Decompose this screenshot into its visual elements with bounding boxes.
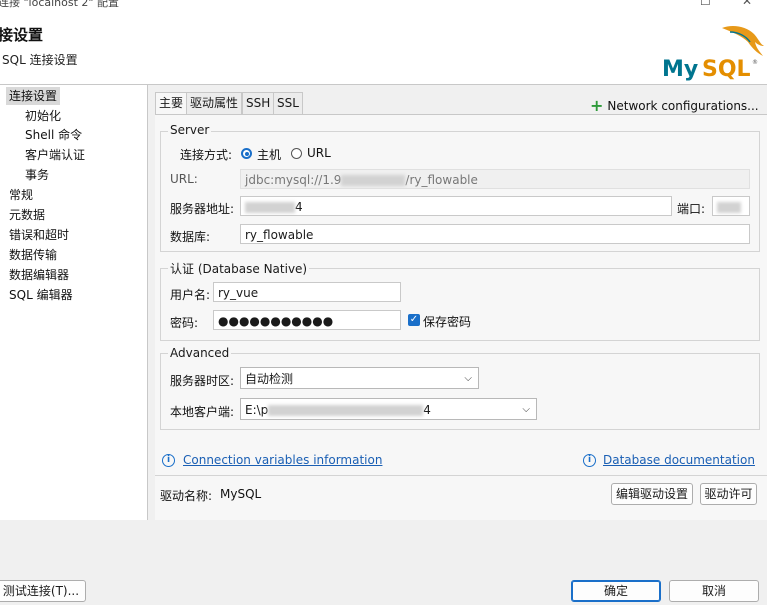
- driver-name-value: MySQL: [220, 487, 262, 501]
- nav-item-init[interactable]: 初始化: [22, 107, 64, 125]
- divider: [155, 475, 767, 476]
- connect-mode-label: 连接方式:: [180, 148, 233, 162]
- dialog-header: 接设置 SQL 连接设置 My SQL ®: [0, 10, 767, 85]
- page-subtitle: SQL 连接设置: [2, 53, 78, 67]
- driver-name-label: 驱动名称:: [160, 489, 213, 503]
- title-bar: 连接 "localhost 2" 配置 ☐ ✕: [0, 0, 767, 10]
- host-radio[interactable]: [241, 148, 252, 159]
- svg-text:SQL: SQL: [702, 57, 751, 82]
- nav-item-data-transfer[interactable]: 数据传输: [6, 246, 60, 264]
- nav-item-errors-timeouts[interactable]: 错误和超时: [6, 226, 72, 244]
- plus-icon: +: [590, 96, 604, 115]
- url-radio-label[interactable]: URL: [307, 146, 331, 160]
- nav-item-shell[interactable]: Shell 命令: [22, 126, 85, 144]
- tab-ssl[interactable]: SSL: [273, 92, 303, 114]
- nav-item-data-editor[interactable]: 数据编辑器: [6, 266, 72, 284]
- host-radio-label[interactable]: 主机: [257, 146, 281, 163]
- info-icon: i: [583, 454, 596, 467]
- database-documentation-link[interactable]: Database documentation: [603, 453, 755, 467]
- mysql-logo: My SQL ®: [662, 26, 764, 82]
- maximize-icon[interactable]: ☐: [700, 0, 711, 8]
- auth-group-title: 认证 (Database Native): [168, 260, 310, 277]
- database-label: 数据库:: [170, 230, 211, 244]
- url-field[interactable]: jdbc:mysql://1.9/ry_flowable: [240, 169, 750, 189]
- redacted-url-part: [341, 175, 406, 186]
- driver-license-button[interactable]: 驱动许可: [700, 483, 757, 505]
- tab-ssh[interactable]: SSH: [242, 92, 275, 114]
- username-label: 用户名:: [170, 288, 211, 302]
- auth-group: [160, 268, 760, 341]
- host-field[interactable]: 4: [240, 196, 672, 216]
- host-label: 服务器地址:: [170, 202, 235, 216]
- advanced-group-title: Advanced: [168, 346, 232, 360]
- ok-button[interactable]: 确定: [571, 580, 661, 602]
- timezone-label: 服务器时区:: [170, 374, 235, 388]
- network-configurations-label: Network configurations...: [607, 99, 759, 113]
- nav-item-transactions[interactable]: 事务: [22, 166, 52, 184]
- nav-item-general[interactable]: 常规: [6, 186, 36, 204]
- save-password-label[interactable]: 保存密码: [423, 313, 471, 330]
- edit-driver-settings-button[interactable]: 编辑驱动设置: [611, 483, 693, 505]
- url-suffix: /ry_flowable: [405, 173, 478, 187]
- username-field[interactable]: ry_vue: [213, 282, 401, 302]
- timezone-value: 自动检测: [245, 372, 294, 386]
- url-label: URL:: [170, 172, 198, 186]
- client-suffix: 4: [423, 403, 431, 417]
- port-label: 端口:: [677, 202, 706, 216]
- host-value-tail: 4: [295, 200, 303, 214]
- local-client-label: 本地客户端:: [170, 405, 235, 419]
- cancel-button[interactable]: 取消: [669, 580, 759, 602]
- timezone-select[interactable]: 自动检测 ⌵: [240, 367, 479, 389]
- url-prefix: jdbc:mysql://1.9: [245, 173, 342, 187]
- nav-item-sql-editor[interactable]: SQL 编辑器: [6, 286, 76, 304]
- test-connection-button[interactable]: 测试连接(T)...: [0, 580, 86, 602]
- page-title: 接设置: [0, 26, 44, 44]
- svg-text:®: ®: [752, 59, 758, 66]
- info-icon: i: [162, 454, 175, 467]
- redacted-host: [245, 202, 295, 213]
- network-configurations-button[interactable]: + Network configurations...: [590, 95, 759, 115]
- server-group-title: Server: [168, 123, 212, 137]
- settings-nav: 连接设置 初始化 Shell 命令 客户端认证 事务 常规 元数据 错误和超时 …: [0, 85, 148, 520]
- redacted-client-path: [268, 405, 424, 416]
- tab-driver-properties[interactable]: 驱动属性: [186, 92, 243, 114]
- password-field[interactable]: ●●●●●●●●●●●: [213, 310, 401, 330]
- save-password-checkbox[interactable]: ✓: [408, 314, 420, 326]
- tab-main[interactable]: 主要: [155, 92, 188, 115]
- svg-text:My: My: [662, 57, 698, 82]
- redacted-port: [717, 202, 741, 213]
- chevron-down-icon: ⌵: [464, 373, 472, 384]
- local-client-select[interactable]: E:\p 4 ⌵: [240, 398, 537, 420]
- window-title: 连接 "localhost 2" 配置: [0, 0, 119, 9]
- connection-variables-link[interactable]: Connection variables information: [183, 453, 382, 467]
- close-icon[interactable]: ✕: [742, 0, 752, 8]
- password-label: 密码:: [170, 316, 199, 330]
- port-field[interactable]: [712, 196, 750, 216]
- client-prefix: E:\p: [245, 403, 269, 417]
- database-field[interactable]: ry_flowable: [240, 224, 750, 244]
- url-radio[interactable]: [291, 148, 302, 159]
- nav-item-client-auth[interactable]: 客户端认证: [22, 146, 88, 164]
- chevron-down-icon: ⌵: [522, 404, 530, 415]
- nav-item-metadata[interactable]: 元数据: [6, 206, 48, 224]
- nav-item-connection-settings[interactable]: 连接设置: [6, 87, 61, 105]
